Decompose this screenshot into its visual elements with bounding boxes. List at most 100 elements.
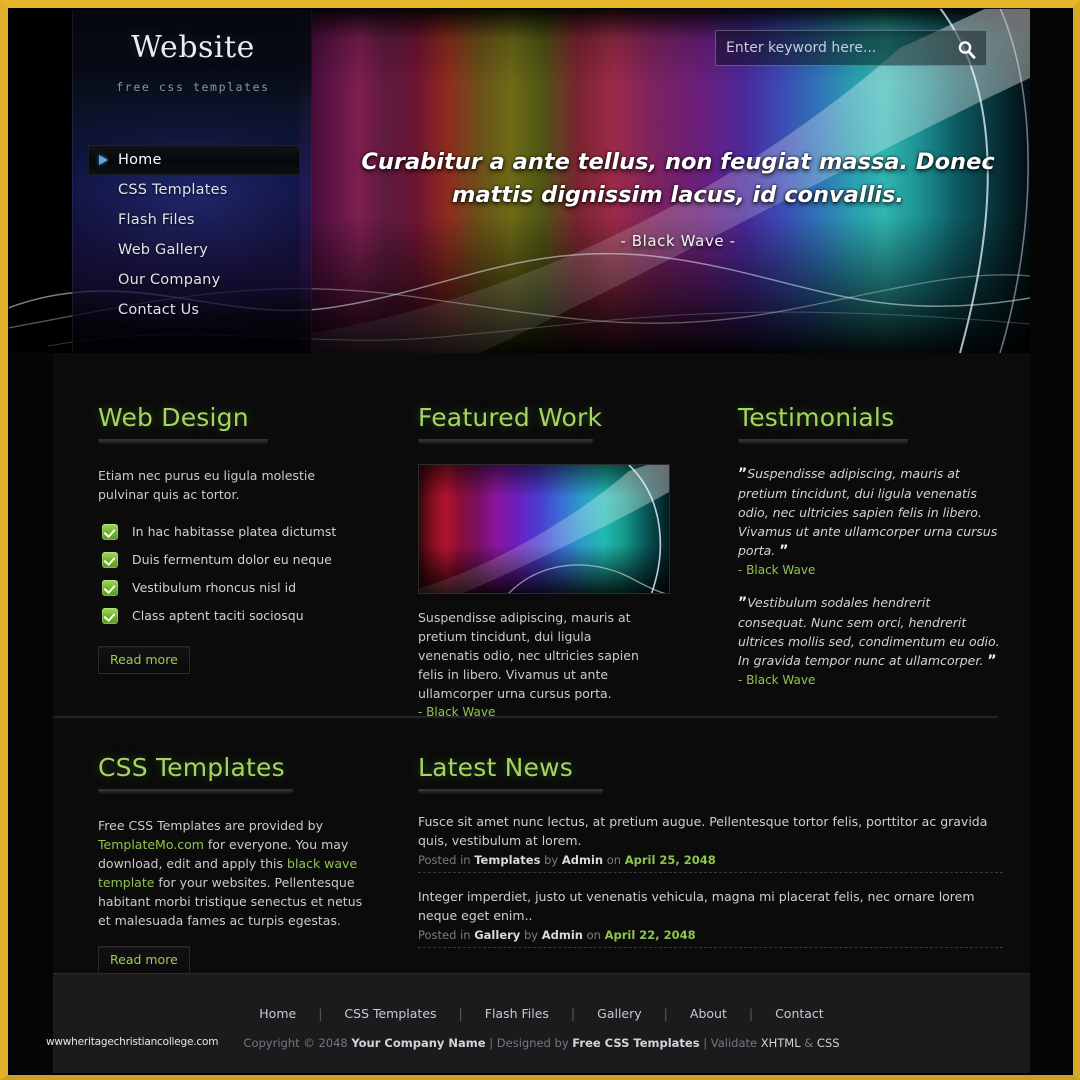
- check-icon: [102, 608, 118, 624]
- nav-label: Home: [118, 152, 162, 168]
- section-testimonials: Testimonials ”Suspendisse adipiscing, ma…: [738, 403, 1003, 687]
- news-item: Integer imperdiet, justo ut venenatis ve…: [418, 887, 1003, 948]
- css-templates-text: Free CSS Templates are provided by Templ…: [98, 816, 368, 930]
- section-css-templates: CSS Templates Free CSS Templates are pro…: [98, 753, 383, 974]
- list-item: In hac habitasse platea dictumst: [98, 518, 378, 546]
- list-item: Duis fermentum dolor eu neque: [98, 546, 378, 574]
- designed-by-label: | Designed by: [485, 1036, 573, 1050]
- news-author[interactable]: Admin: [562, 853, 603, 867]
- by-label: by: [544, 853, 559, 867]
- section-title: Latest News: [418, 753, 573, 782]
- designer-link[interactable]: Free CSS Templates: [572, 1036, 699, 1050]
- hero-quote-text: Curabitur a ante tellus, non feugiat mas…: [361, 149, 995, 208]
- nav-item-flash-files[interactable]: Flash Files: [88, 205, 300, 235]
- nav-item-our-company[interactable]: Our Company: [88, 265, 300, 295]
- featured-work-image[interactable]: [418, 464, 670, 594]
- section-title: CSS Templates: [98, 753, 285, 782]
- section-underline: [98, 439, 268, 448]
- section-underline: [418, 789, 603, 798]
- nav-label: CSS Templates: [118, 182, 228, 198]
- hero-banner: Website free css templates Home CSS Temp…: [8, 8, 1030, 353]
- news-text: Fusce sit amet nunc lectus, at pretium a…: [418, 814, 988, 848]
- ampersand: &: [800, 1036, 817, 1050]
- list-item-label: Class aptent taciti sociosqu: [132, 608, 304, 623]
- featured-work-text: Suspendisse adipiscing, mauris at pretiu…: [418, 610, 639, 701]
- web-design-intro: Etiam nec purus eu ligula molestie pulvi…: [98, 468, 316, 502]
- nav-item-contact-us[interactable]: Contact Us: [88, 295, 300, 325]
- search-button[interactable]: [952, 35, 980, 63]
- footer-link-css-templates[interactable]: CSS Templates: [322, 1006, 458, 1021]
- section-title: Featured Work: [418, 403, 603, 432]
- section-latest-news: Latest News Fusce sit amet nunc lectus, …: [418, 753, 1003, 948]
- content-divider: [53, 716, 998, 719]
- section-featured-work: Featured Work Suspendisse adipiscing, ma…: [418, 403, 678, 719]
- on-label: on: [586, 928, 601, 942]
- templatemo-link[interactable]: TemplateMo.com: [98, 837, 204, 852]
- list-item-label: In hac habitasse platea dictumst: [132, 524, 337, 539]
- main-content: Web Design Etiam nec purus eu ligula mol…: [53, 353, 1030, 974]
- section-web-design: Web Design Etiam nec purus eu ligula mol…: [98, 403, 378, 674]
- nav-item-home[interactable]: Home: [88, 145, 300, 175]
- testimonial-body: Suspendisse adipiscing, mauris at pretiu…: [738, 466, 998, 558]
- nav-label: Web Gallery: [118, 242, 209, 258]
- nav-item-css-templates[interactable]: CSS Templates: [88, 175, 300, 205]
- read-more-button-web-design[interactable]: Read more: [98, 646, 190, 674]
- hero-quote-author: - Black Wave -: [620, 232, 736, 250]
- page-footer: Home | CSS Templates | Flash Files | Gallery | A…: [46, 973, 1030, 1073]
- posted-in-label: Posted in: [418, 853, 471, 867]
- news-date: April 22, 2048: [604, 928, 696, 942]
- list-item-label: Duis fermentum dolor eu neque: [132, 552, 332, 567]
- watermark-text: wwwheritagechristiancollege.com: [46, 1036, 219, 1048]
- validate-css-link[interactable]: CSS: [817, 1036, 840, 1050]
- arrow-right-icon: [99, 155, 108, 165]
- news-text: Integer imperdiet, justo ut venenatis ve…: [418, 889, 975, 923]
- section-title: Web Design: [98, 403, 249, 432]
- by-label: by: [523, 928, 539, 942]
- section-title: Testimonials: [738, 403, 895, 432]
- page-frame: Website free css templates Home CSS Temp…: [0, 0, 1080, 1080]
- check-icon: [102, 552, 118, 568]
- footer-link-gallery[interactable]: Gallery: [575, 1006, 664, 1021]
- text-part: Free CSS Templates are provided by: [98, 818, 323, 833]
- nav-label: Flash Files: [118, 212, 195, 228]
- news-item: Fusce sit amet nunc lectus, at pretium a…: [418, 812, 1003, 873]
- nav-label: Contact Us: [118, 302, 200, 318]
- feature-list: In hac habitasse platea dictumst Duis fe…: [98, 518, 378, 630]
- validate-xhtml-link[interactable]: XHTML: [761, 1036, 801, 1050]
- footer-navigation[interactable]: Home | CSS Templates | Flash Files | Gallery | A…: [53, 1006, 1030, 1021]
- quote-open-icon: ”: [738, 595, 748, 611]
- main-navigation[interactable]: Home CSS Templates Flash Files Web Galle…: [88, 145, 300, 325]
- footer-link-home[interactable]: Home: [237, 1006, 318, 1021]
- footer-link-about[interactable]: About: [668, 1006, 749, 1021]
- on-label: on: [606, 853, 622, 867]
- news-meta: Posted in Templates by Admin on April 25…: [418, 853, 1003, 873]
- news-date: April 25, 2048: [624, 853, 716, 867]
- check-icon: [102, 580, 118, 596]
- nav-label: Our Company: [118, 272, 221, 288]
- search-input[interactable]: [726, 31, 941, 65]
- search-box[interactable]: [715, 30, 987, 66]
- quote-open-icon: ”: [738, 466, 748, 482]
- section-underline: [738, 439, 908, 448]
- quote-close-icon: ”: [779, 543, 789, 559]
- news-category[interactable]: Gallery: [474, 928, 520, 942]
- quote-close-icon: ”: [987, 653, 997, 669]
- read-more-button-css-templates[interactable]: Read more: [98, 946, 190, 974]
- section-underline: [98, 789, 293, 798]
- list-item: Class aptent taciti sociosqu: [98, 602, 378, 630]
- copyright-prefix: Copyright © 2048: [243, 1036, 352, 1050]
- testimonial-item: ”Vestibulum sodales hendrerit consequat.…: [738, 593, 1003, 687]
- footer-link-flash-files[interactable]: Flash Files: [463, 1006, 571, 1021]
- site-tagline: free css templates: [116, 80, 270, 94]
- footer-link-contact[interactable]: Contact: [753, 1006, 846, 1021]
- search-icon: [958, 40, 975, 59]
- testimonial-author: - Black Wave: [738, 563, 816, 577]
- testimonial-author: - Black Wave: [738, 673, 816, 687]
- testimonial-body: Vestibulum sodales hendrerit consequat. …: [738, 595, 1000, 668]
- section-underline: [418, 439, 593, 448]
- news-category[interactable]: Templates: [474, 853, 540, 867]
- testimonial-text: ”Suspendisse adipiscing, mauris at preti…: [738, 464, 1003, 561]
- news-author[interactable]: Admin: [542, 928, 583, 942]
- nav-item-web-gallery[interactable]: Web Gallery: [88, 235, 300, 265]
- site-logo-title[interactable]: Website: [73, 30, 313, 65]
